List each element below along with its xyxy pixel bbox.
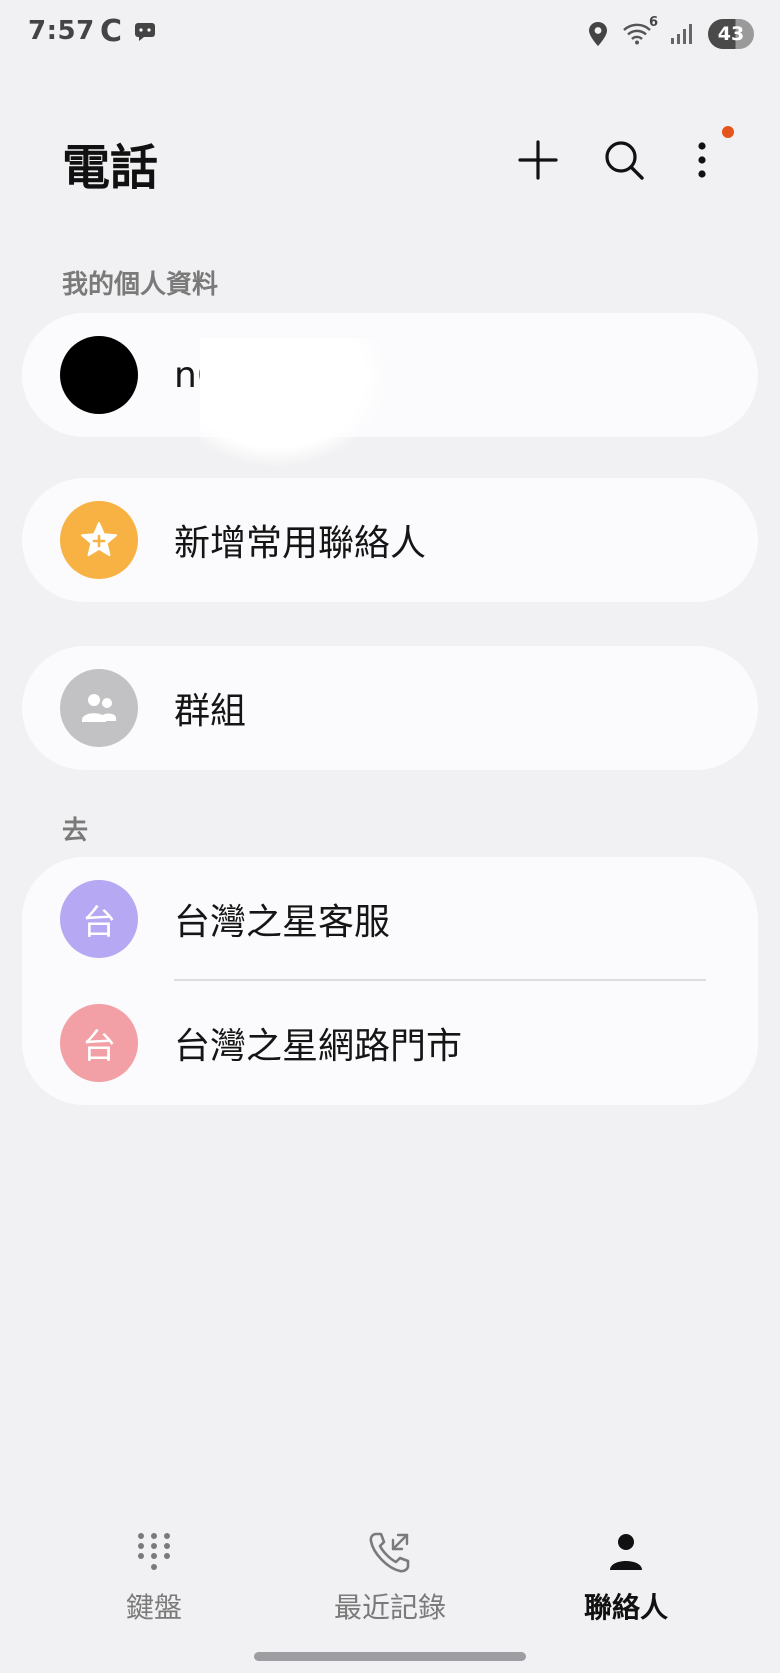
contact-name: 台灣之星客服 <box>174 902 391 943</box>
groups-card[interactable]: 群組 <box>22 646 758 770</box>
contact-avatar: 台 <box>60 1004 138 1082</box>
notification-dot <box>722 126 734 138</box>
more-options-button[interactable] <box>672 130 732 190</box>
contact-row-taiwan-star-online-store[interactable]: 台 台灣之星網路門市 <box>22 981 758 1105</box>
favorite-avatar <box>60 501 138 579</box>
profile-section-label: 我的個人資料 <box>62 270 219 300</box>
contact-name: 台灣之星網路門市 <box>174 1026 463 1067</box>
nav-label-contacts: 聯絡人 <box>583 1591 668 1624</box>
profile-avatar <box>60 336 138 414</box>
nav-tab-contacts[interactable]: 聯絡人 <box>516 1520 736 1640</box>
location-icon <box>589 22 607 46</box>
add-favorite-label: 新增常用聯絡人 <box>174 523 427 564</box>
star-plus-icon <box>81 522 117 557</box>
add-favorite-row[interactable]: 新增常用聯絡人 <box>22 478 758 602</box>
status-time: 7:57 <box>28 16 95 46</box>
contact-row-taiwan-star-service[interactable]: 台 台灣之星客服 <box>22 857 758 981</box>
groups-label: 群組 <box>174 691 247 732</box>
battery-indicator: 43 <box>708 19 754 49</box>
more-vertical-icon <box>698 142 706 178</box>
profile-row[interactable]: n6 <box>22 313 758 437</box>
groups-row[interactable]: 群組 <box>22 646 758 770</box>
add-favorite-card[interactable]: 新增常用聯絡人 <box>22 478 758 602</box>
search-icon <box>605 141 644 180</box>
add-contact-button[interactable] <box>508 130 568 190</box>
nav-label-keypad: 鍵盤 <box>125 1591 182 1624</box>
plus-icon <box>518 140 558 180</box>
profile-card[interactable]: n6 <box>22 313 758 437</box>
contacts-section-label: 去 <box>62 816 89 846</box>
app-notification-c-icon: C <box>100 14 123 49</box>
groups-avatar <box>60 669 138 747</box>
keypad-icon <box>130 1528 178 1576</box>
recent-calls-icon <box>366 1528 414 1576</box>
contacts-person-icon <box>602 1528 650 1576</box>
status-bar: 7:57 C 6 43 <box>0 0 780 70</box>
signal-icon <box>671 24 692 44</box>
contacts-card: 台 台灣之星客服 台 台灣之星網路門市 <box>22 857 758 1105</box>
group-icon <box>82 694 116 722</box>
header-actions <box>0 130 780 190</box>
search-button[interactable] <box>594 130 654 190</box>
message-notification-icon <box>135 23 155 41</box>
nav-tab-recents[interactable]: 最近記錄 <box>280 1520 500 1640</box>
nav-label-recents: 最近記錄 <box>333 1591 446 1624</box>
profile-name: n6 <box>174 354 220 396</box>
wifi-icon: 6 <box>622 15 658 47</box>
home-indicator[interactable] <box>254 1652 526 1661</box>
bottom-navigation: 鍵盤 最近記錄 聯絡人 <box>0 1520 780 1640</box>
status-icons: 6 43 <box>588 15 754 50</box>
nav-tab-keypad[interactable]: 鍵盤 <box>44 1520 264 1640</box>
network-type-label: 6 <box>648 15 658 30</box>
contact-avatar: 台 <box>60 880 138 958</box>
